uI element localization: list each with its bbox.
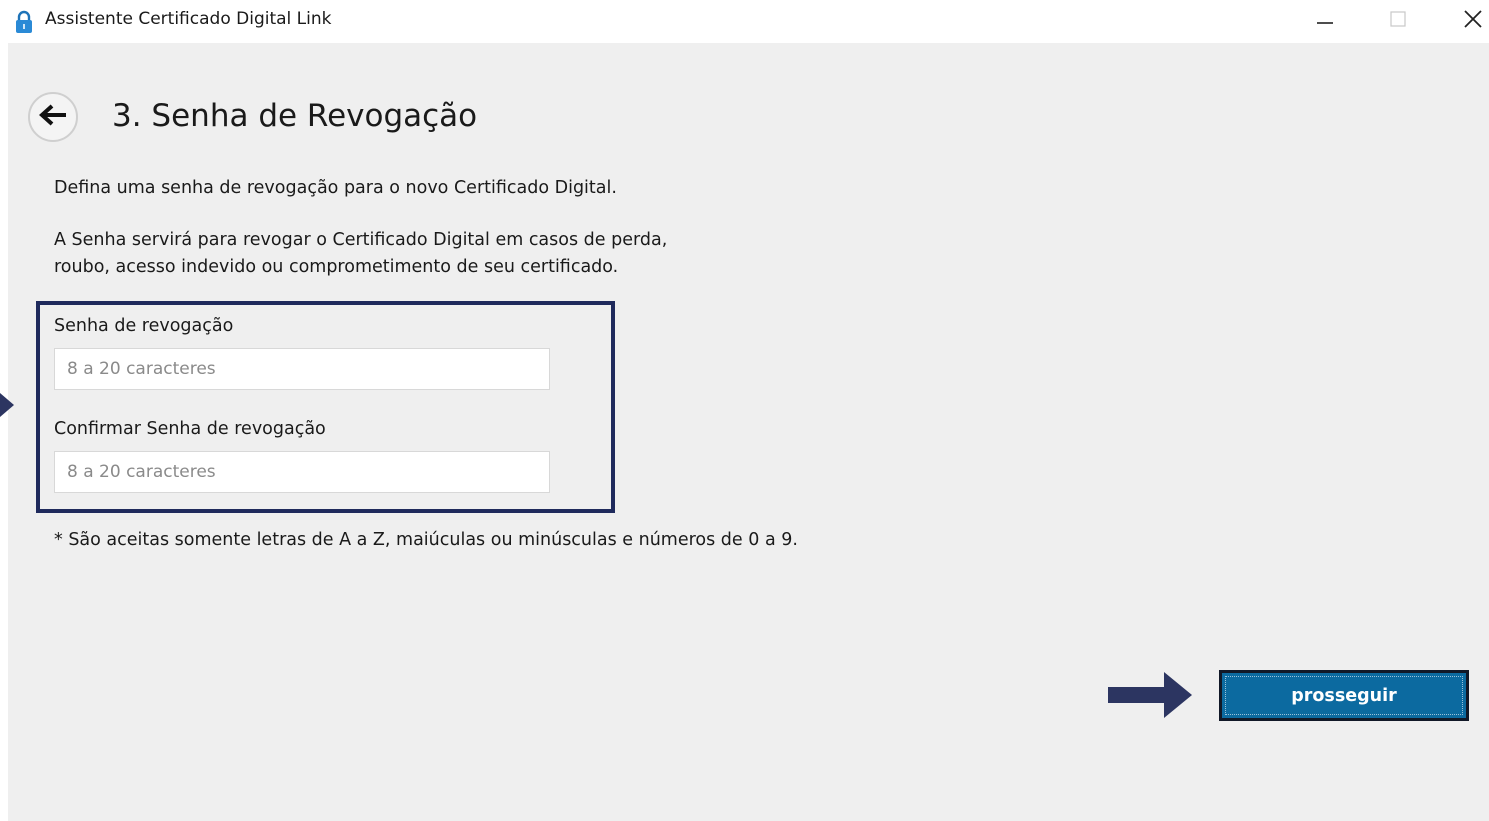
arrow-left-icon <box>37 103 69 131</box>
confirm-password-label: Confirmar Senha de revogação <box>54 419 326 439</box>
page-title: 3. Senha de Revogação <box>112 98 478 134</box>
allowed-characters-note: * São aceitas somente letras de A a Z, m… <box>54 530 798 550</box>
arrow-right-icon <box>1108 672 1192 718</box>
app-window: Assistente Certificado Digital Link 3. S… <box>0 0 1489 821</box>
close-button[interactable] <box>1450 0 1489 42</box>
lock-icon <box>14 10 34 34</box>
arrow-right-icon <box>0 393 14 417</box>
proceed-button[interactable]: prosseguir <box>1219 670 1469 721</box>
back-button[interactable] <box>28 92 78 142</box>
info-text-line-2: roubo, acesso indevido ou comprometiment… <box>54 257 619 277</box>
confirm-password-input[interactable] <box>54 451 550 493</box>
page-description: Defina uma senha de revogação para o nov… <box>54 178 617 198</box>
info-text-line-1: A Senha servirá para revogar o Certifica… <box>54 230 668 250</box>
close-icon <box>1462 8 1484 34</box>
password-input[interactable] <box>54 348 550 390</box>
maximize-icon <box>1388 9 1408 33</box>
window-title: Assistente Certificado Digital Link <box>45 9 332 29</box>
minimize-button[interactable] <box>1302 0 1348 42</box>
title-bar: Assistente Certificado Digital Link <box>0 0 1489 42</box>
minimize-icon <box>1315 9 1335 33</box>
proceed-button-label: prosseguir <box>1291 685 1397 706</box>
maximize-button[interactable] <box>1375 0 1421 42</box>
password-label: Senha de revogação <box>54 316 234 336</box>
